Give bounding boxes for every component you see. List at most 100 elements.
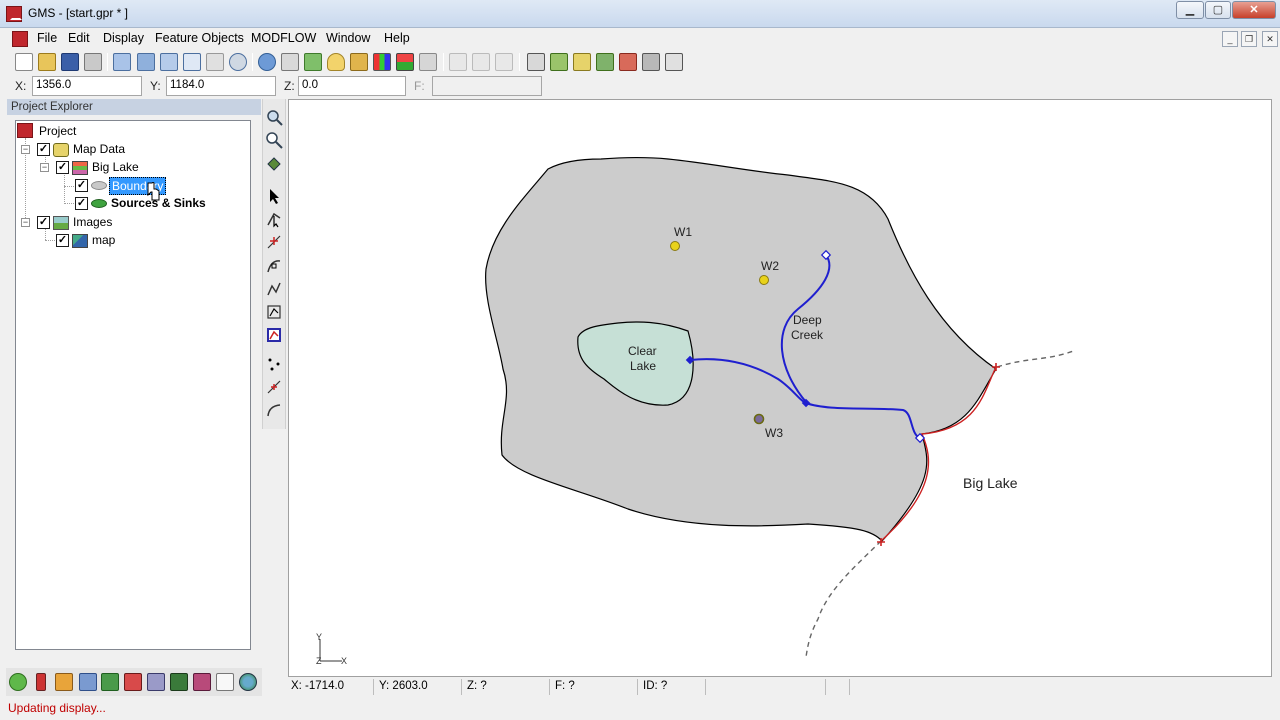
tree-item-sources-sinks[interactable]: Sources & Sinks: [111, 196, 206, 210]
front-view-icon[interactable]: [113, 53, 131, 71]
contour-options-icon[interactable]: [396, 53, 414, 71]
solid-module-icon[interactable]: [55, 673, 73, 691]
minimize-button[interactable]: ▁: [1176, 1, 1204, 19]
top-view-icon[interactable]: [160, 53, 178, 71]
borehole-module-icon[interactable]: [36, 673, 46, 691]
triad-y-label: Y: [316, 632, 323, 642]
status-y: Y: 2603.0: [376, 679, 462, 695]
boundary-polygon: [485, 156, 997, 542]
create-arc-icon[interactable]: [265, 401, 283, 419]
color-ramp-icon[interactable]: [373, 53, 391, 71]
coverage-setup-icon[interactable]: [527, 53, 545, 71]
x-coord-field[interactable]: 1356.0: [32, 76, 142, 96]
run-model-icon[interactable]: [642, 53, 660, 71]
coverage-icon: [91, 199, 107, 208]
3d-grid-module-icon[interactable]: [170, 673, 188, 691]
map-data-checkbox[interactable]: ✓: [37, 143, 50, 156]
y-coord-label: Y:: [150, 79, 161, 93]
boundary-checkbox[interactable]: ✓: [75, 179, 88, 192]
side-view-icon[interactable]: [137, 53, 155, 71]
mdi-minimize-button[interactable]: _: [1222, 31, 1238, 47]
gis-module-icon[interactable]: [239, 673, 257, 691]
copy-disabled-icon: [472, 53, 490, 71]
tree-item-project[interactable]: Project: [39, 124, 76, 138]
scatter-module-icon[interactable]: [124, 673, 142, 691]
frame-zoom-icon[interactable]: [229, 53, 247, 71]
collapse-map-data-toggle[interactable]: −: [21, 145, 30, 154]
collapse-images-toggle[interactable]: −: [21, 218, 30, 227]
collapse-big-lake-toggle[interactable]: −: [40, 163, 49, 172]
grid-module-icon[interactable]: [101, 673, 119, 691]
menu-display[interactable]: Display: [103, 31, 144, 45]
tree-item-big-lake[interactable]: Big Lake: [92, 160, 139, 174]
z-coord-field[interactable]: 0.0: [298, 76, 406, 96]
tin-module-icon[interactable]: [79, 673, 97, 691]
map-to-modflow-icon[interactable]: [550, 53, 568, 71]
pan-icon[interactable]: [265, 155, 283, 173]
maximize-button[interactable]: ▢: [1205, 1, 1231, 19]
build-polygons-icon[interactable]: [573, 53, 591, 71]
tree-item-map[interactable]: map: [92, 233, 115, 247]
lake-shoreline-upper: [996, 349, 1077, 368]
tree-connector: [64, 186, 74, 187]
tree-connector: [64, 203, 74, 204]
close-button[interactable]: ✕: [1232, 1, 1276, 19]
map-module-icon[interactable]: [216, 673, 234, 691]
3d-mesh-module-icon[interactable]: [147, 673, 165, 691]
menu-file[interactable]: File: [37, 31, 57, 45]
status-message: Updating display...: [8, 701, 106, 715]
select-polygon-icon[interactable]: [265, 326, 283, 344]
tree-item-images[interactable]: Images: [73, 215, 112, 229]
zoom-icon[interactable]: [265, 108, 283, 126]
zoom-tool-icon[interactable]: [265, 131, 283, 149]
menu-help[interactable]: Help: [384, 31, 410, 45]
select-vertex-icon[interactable]: [265, 257, 283, 275]
rotate-icon[interactable]: [206, 53, 224, 71]
display-options-icon[interactable]: [258, 53, 276, 71]
map-image-checkbox[interactable]: ✓: [56, 234, 69, 247]
flag-icon[interactable]: [665, 53, 683, 71]
create-vertex-icon[interactable]: [265, 378, 283, 396]
plot-wizard-icon[interactable]: [350, 53, 368, 71]
save-icon[interactable]: [61, 53, 79, 71]
status-id: ID: ?: [640, 679, 706, 695]
big-lake-checkbox[interactable]: ✓: [56, 161, 69, 174]
refresh-icon[interactable]: [304, 53, 322, 71]
mdi-restore-button[interactable]: ❐: [1241, 31, 1257, 47]
label-big-lake: Big Lake: [963, 475, 1018, 491]
select-arrow-icon[interactable]: [265, 187, 283, 205]
3d-scatter-module-icon[interactable]: [193, 673, 211, 691]
tree-connector: [45, 240, 55, 241]
menu-window[interactable]: Window: [326, 31, 370, 45]
activate-cells-icon[interactable]: [619, 53, 637, 71]
menu-feature-objects[interactable]: Feature Objects: [155, 31, 244, 45]
f-coord-label: F:: [414, 79, 425, 93]
mdi-close-button[interactable]: ✕: [1262, 31, 1278, 47]
label-w1: W1: [674, 225, 692, 239]
open-folder-icon[interactable]: [38, 53, 56, 71]
select-arc-group-icon[interactable]: [265, 303, 283, 321]
grid-frame-icon[interactable]: [596, 53, 614, 71]
y-coord-field[interactable]: 1184.0: [166, 76, 276, 96]
calculator-icon[interactable]: [419, 53, 437, 71]
select-arc-icon[interactable]: [265, 280, 283, 298]
tree-item-map-data[interactable]: Map Data: [73, 142, 125, 156]
sources-sinks-checkbox[interactable]: ✓: [75, 197, 88, 210]
lighting-icon[interactable]: [281, 53, 299, 71]
document-icon[interactable]: [12, 31, 28, 47]
new-file-icon[interactable]: [15, 53, 33, 71]
select-point-icon[interactable]: [265, 210, 283, 228]
select-disabled-icon: [449, 53, 467, 71]
drape-icon[interactable]: [327, 53, 345, 71]
menu-modflow[interactable]: MODFLOW: [251, 31, 316, 45]
oblique-view-icon[interactable]: [183, 53, 201, 71]
create-point-icon[interactable]: [265, 233, 283, 251]
label-w2: W2: [761, 259, 779, 273]
print-icon[interactable]: [84, 53, 102, 71]
create-point-tool-icon[interactable]: [265, 355, 283, 373]
menu-edit[interactable]: Edit: [68, 31, 90, 45]
images-checkbox[interactable]: ✓: [37, 216, 50, 229]
gms-app-icon[interactable]: [6, 6, 22, 22]
mesh-module-icon[interactable]: [9, 673, 27, 691]
toolbar-separator: [443, 53, 444, 71]
